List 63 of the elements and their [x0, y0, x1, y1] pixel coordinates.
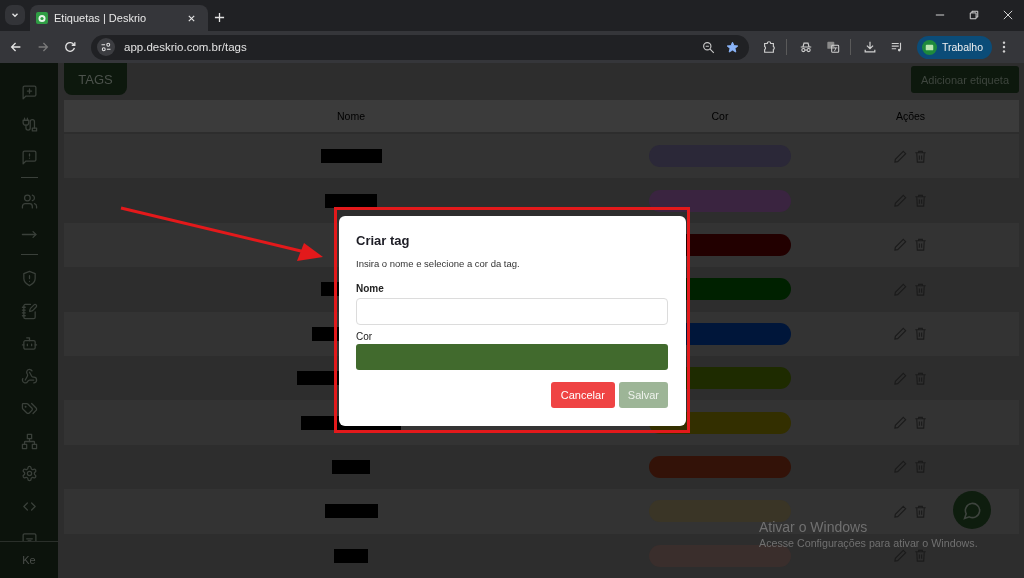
- download-icon[interactable]: [863, 40, 877, 54]
- field-label: Nome: [356, 282, 385, 295]
- trash-icon[interactable]: [913, 415, 928, 431]
- trash-icon[interactable]: [913, 148, 928, 164]
- settings-icon[interactable]: [20, 465, 38, 483]
- color-field[interactable]: [356, 344, 668, 370]
- address-bar[interactable]: app.deskrio.com.br/tags: [91, 34, 749, 60]
- trash-icon[interactable]: [913, 326, 928, 342]
- close-window-icon[interactable]: [1003, 10, 1013, 20]
- playlist-icon[interactable]: [890, 40, 904, 54]
- forward-arrow-icon[interactable]: [36, 40, 50, 54]
- redaction-block: [320, 149, 382, 164]
- webhook-icon[interactable]: [20, 367, 38, 385]
- robot-icon[interactable]: [20, 335, 38, 353]
- zoom-out-icon[interactable]: [702, 40, 715, 54]
- url-text[interactable]: app.deskrio.com.br/tags: [124, 41, 247, 53]
- restore-icon[interactable]: [969, 10, 979, 20]
- cancel-button[interactable]: Cancelar: [550, 382, 615, 408]
- activation-text: Acesse Configurações para ativar o Windows.: [759, 536, 978, 550]
- chat-plus-icon[interactable]: [20, 83, 38, 101]
- shield-alert-icon[interactable]: [20, 270, 38, 288]
- menu-icon[interactable]: [1002, 40, 1007, 54]
- reload-icon[interactable]: [63, 40, 77, 54]
- column-header: Nome: [337, 110, 365, 122]
- plus-icon[interactable]: [214, 12, 225, 23]
- activation-title: Ativar o Windows: [759, 519, 869, 536]
- plug-icon[interactable]: [20, 116, 38, 134]
- column-header: Ações: [895, 110, 926, 122]
- network-icon[interactable]: [20, 432, 38, 450]
- notebook-pen-icon[interactable]: [20, 302, 38, 320]
- pencil-icon[interactable]: [893, 415, 908, 431]
- dialog-description: Insira o nome e selecione a cor da tag.: [356, 257, 521, 270]
- chat-alert-icon[interactable]: [20, 148, 38, 166]
- trash-icon[interactable]: [913, 237, 928, 253]
- chat-bubble-icon: [962, 500, 982, 520]
- favicon-icon: [36, 12, 48, 24]
- pencil-icon[interactable]: [893, 503, 908, 519]
- pencil-icon[interactable]: [893, 148, 908, 164]
- redaction-block: [334, 548, 368, 563]
- back-arrow-icon[interactable]: [9, 40, 23, 54]
- close-icon[interactable]: [187, 13, 196, 23]
- redaction-block: [324, 504, 378, 519]
- pencil-icon[interactable]: [893, 326, 908, 342]
- name-input-field[interactable]: [356, 298, 668, 325]
- redaction-block: [332, 459, 370, 474]
- users-icon[interactable]: [20, 193, 38, 211]
- trash-icon[interactable]: [913, 503, 928, 519]
- spy-icon[interactable]: [799, 40, 813, 54]
- page-title: TAGS: [64, 63, 127, 95]
- field-label: Cor: [356, 330, 374, 343]
- profile-button[interactable]: Trabalho: [917, 35, 993, 59]
- star-icon[interactable]: [726, 40, 739, 54]
- translate-icon[interactable]: [826, 40, 840, 54]
- pencil-icon[interactable]: [893, 237, 908, 253]
- dialog-title: Criar tag: [356, 233, 411, 249]
- redaction-block: [325, 193, 377, 208]
- card-icon[interactable]: [20, 530, 38, 541]
- avatar-icon: [922, 39, 937, 55]
- puzzle-icon[interactable]: [762, 40, 776, 54]
- browser-tab[interactable]: Etiquetas | Deskrio: [30, 5, 208, 31]
- tab-title[interactable]: Etiquetas | Deskrio: [54, 12, 181, 24]
- site-settings-icon[interactable]: [97, 38, 115, 56]
- tab-search-button[interactable]: [5, 5, 25, 25]
